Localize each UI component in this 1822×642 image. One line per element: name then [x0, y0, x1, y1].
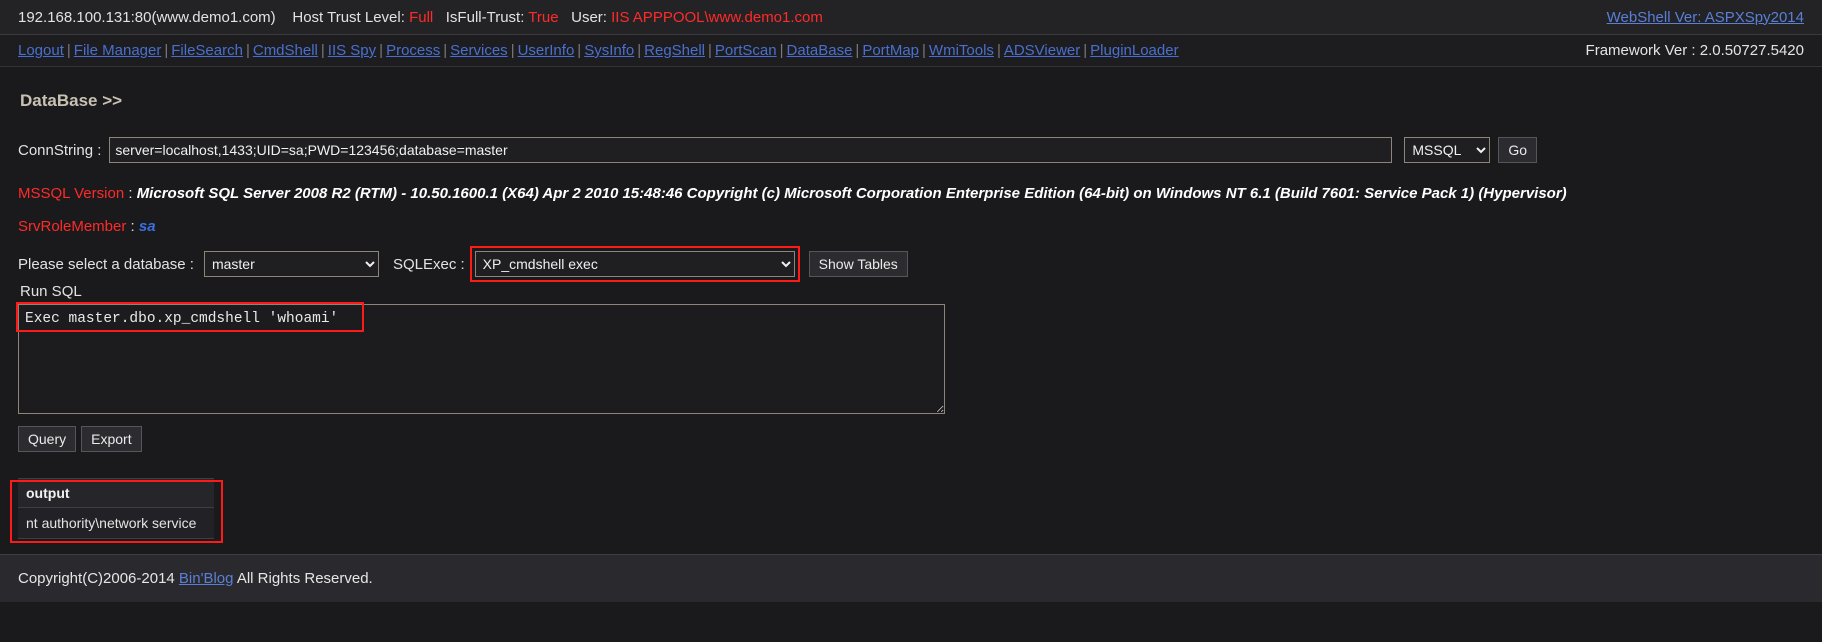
nav-item-database[interactable]: DataBase: [787, 42, 853, 59]
trust-level-value: Full: [409, 8, 434, 26]
srv-role-member-line: SrvRoleMember : sa: [18, 218, 1804, 235]
nav-item-iis-spy[interactable]: IIS Spy: [328, 42, 376, 59]
host-info: 192.168.100.131:80(www.demo1.com) Host T…: [18, 9, 823, 26]
mssql-version-value: Microsoft SQL Server 2008 R2 (RTM) - 10.…: [136, 185, 1567, 202]
nav-separator: |: [443, 42, 448, 59]
isfulltrust-value: True: [528, 8, 559, 26]
nav-separator: |: [922, 42, 926, 59]
sqlexec-select[interactable]: XP_cmdshell execSp_oacreate execSandbox …: [474, 251, 795, 277]
copyright-suffix: All Rights Reserved.: [233, 570, 373, 587]
srv-role-member-colon: :: [126, 218, 139, 235]
nav-separator: |: [320, 42, 325, 59]
nav-item-file-manager[interactable]: File Manager: [74, 42, 162, 59]
nav-item-pluginloader[interactable]: PluginLoader: [1090, 42, 1178, 59]
isfulltrust-label: IsFull-Trust:: [445, 8, 525, 26]
query-buttons-row: Query Export: [18, 426, 1804, 452]
connstring-label: ConnString :: [18, 141, 102, 159]
nav-links: Logout | File Manager | FileSearch | CmdShell |…: [18, 42, 1179, 59]
result-table: output nt authority\network service: [18, 478, 214, 539]
srv-role-member-value: sa: [138, 218, 156, 235]
nav-item-portmap[interactable]: PortMap: [862, 42, 919, 59]
nav-separator: |: [855, 42, 860, 59]
nav-item-process[interactable]: Process: [386, 42, 440, 59]
trust-level-label: Host Trust Level:: [292, 8, 405, 26]
run-sql-label: Run SQL: [20, 283, 82, 300]
page-title: DataBase >>: [20, 91, 123, 110]
nav-separator: |: [637, 42, 642, 59]
top-info-bar: 192.168.100.131:80(www.demo1.com) Host T…: [0, 0, 1822, 35]
page-footer: Copyright(C)2006-2014 Bin'Blog All Right…: [0, 554, 1822, 602]
binblog-link[interactable]: Bin'Blog: [179, 570, 234, 587]
sqlexec-label: SQLExec :: [392, 255, 465, 273]
user-value: IIS APPPOOL\www.demo1.com: [611, 8, 823, 26]
nav-separator: |: [245, 42, 250, 59]
result-table-head: output: [18, 478, 214, 508]
copyright-prefix: Copyright(C)2006-2014: [18, 570, 179, 587]
nav-item-filesearch[interactable]: FileSearch: [171, 42, 243, 59]
nav-separator: |: [708, 42, 712, 59]
webshell-version-link[interactable]: WebShell Ver: ASPXSpy2014: [1607, 9, 1804, 26]
main-content: DataBase >> ConnString : MSSQLMySqlOracl…: [0, 67, 1822, 602]
nav-item-regshell[interactable]: RegShell: [644, 42, 705, 59]
table-cell: nt authority\network service: [18, 507, 214, 539]
nav-item-logout[interactable]: Logout: [18, 42, 64, 59]
nav-item-cmdshell[interactable]: CmdShell: [253, 42, 318, 59]
nav-separator: |: [66, 42, 71, 59]
sql-textarea-wrapper: [16, 302, 945, 414]
srv-role-member-label: SrvRoleMember: [18, 218, 127, 235]
nav-separator: |: [996, 42, 1001, 59]
nav-separator: |: [779, 42, 784, 59]
dbtype-select[interactable]: MSSQLMySqlOracleAccess: [1404, 137, 1491, 163]
connstring-input[interactable]: [109, 137, 1393, 163]
select-database-label: Please select a database :: [18, 255, 194, 273]
copyright-text: Copyright(C)2006-2014 Bin'Blog All Right…: [18, 570, 373, 587]
result-table-body: nt authority\network service: [18, 507, 214, 539]
nav-item-portscan[interactable]: PortScan: [715, 42, 777, 59]
nav-item-sysinfo[interactable]: SysInfo: [584, 42, 634, 59]
result-table-wrapper: output nt authority\network service: [10, 478, 223, 543]
table-row: nt authority\network service: [18, 507, 214, 539]
nav-separator: |: [379, 42, 384, 59]
mssql-version-line: MSSQL Version : Microsoft SQL Server 200…: [18, 185, 1804, 202]
go-button[interactable]: Go: [1498, 137, 1538, 163]
mssql-version-colon: :: [124, 185, 137, 202]
nav-separator: |: [577, 42, 582, 59]
host-address: 192.168.100.131:80(www.demo1.com): [18, 8, 276, 26]
query-button[interactable]: Query: [18, 426, 77, 452]
navigation-bar: Logout | File Manager | FileSearch | CmdShell |…: [0, 35, 1822, 67]
connstring-row: ConnString : MSSQLMySqlOracleAccess Go: [18, 137, 1804, 163]
nav-item-wmitools[interactable]: WmiTools: [929, 42, 994, 59]
nav-separator: |: [164, 42, 169, 59]
show-tables-button[interactable]: Show Tables: [808, 251, 908, 277]
database-select[interactable]: mastermodelmsdbtempdb: [203, 251, 379, 277]
mssql-version-label: MSSQL Version: [18, 185, 125, 202]
framework-version: Framework Ver : 2.0.50727.5420: [1585, 42, 1804, 59]
nav-item-userinfo[interactable]: UserInfo: [518, 42, 575, 59]
table-header-row: output: [18, 478, 214, 508]
nav-item-services[interactable]: Services: [450, 42, 508, 59]
nav-item-adsviewer[interactable]: ADSViewer: [1004, 42, 1080, 59]
sql-textarea[interactable]: [18, 304, 945, 414]
nav-separator: |: [1083, 42, 1088, 59]
nav-separator: |: [510, 42, 515, 59]
export-button[interactable]: Export: [81, 426, 142, 452]
sqlexec-select-wrapper: XP_cmdshell execSp_oacreate execSandbox …: [469, 246, 800, 282]
table-column-header: output: [18, 478, 214, 508]
database-select-row: Please select a database : mastermodelms…: [18, 246, 1804, 282]
user-label: User:: [571, 8, 607, 26]
